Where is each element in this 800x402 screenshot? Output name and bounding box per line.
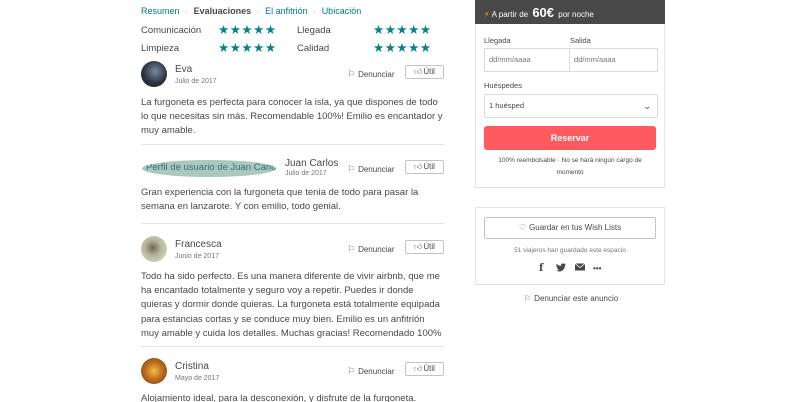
- subnav-separator: ·: [185, 6, 189, 16]
- rating-stars-arrival: ★★★★★: [373, 23, 432, 37]
- review-date: Junio de 2017: [175, 253, 219, 260]
- subnav-summary-link[interactable]: Resumen: [141, 6, 180, 16]
- review-text: La furgoneta es perfecta para conocer la…: [141, 97, 443, 137]
- reviewer-name[interactable]: Eva: [175, 64, 192, 75]
- checkin-date-input[interactable]: dd/mm/aaaa: [484, 48, 570, 72]
- report-review-link[interactable]: ⚐ Denunciar: [347, 69, 395, 80]
- rating-label-arrival: Llegada: [297, 25, 331, 36]
- subnav-separator: ·: [313, 6, 317, 16]
- flag-icon: ⚐: [347, 244, 356, 254]
- review-text: Alojamiento ideal, para la desconexión, …: [141, 393, 417, 402]
- rating-row: Comunicación ★★★★★ Llegada ★★★★★: [141, 23, 441, 39]
- thumbs-up-icon: 👍︎: [414, 162, 423, 171]
- helpful-button[interactable]: 👍︎Útil: [405, 362, 444, 376]
- thumbs-up-icon: 👍︎: [414, 67, 423, 76]
- review-divider: [141, 144, 444, 145]
- rating-label-quality: Calidad: [297, 43, 330, 54]
- reviewer-avatar[interactable]: [141, 236, 167, 262]
- report-listing-label: Denunciar este anuncio: [534, 294, 619, 303]
- report-label: Denunciar: [358, 245, 395, 254]
- helpful-label: Útil: [423, 67, 435, 76]
- email-icon[interactable]: [574, 263, 586, 274]
- wishlist-button-label: Guardar en tus Wish Lists: [529, 223, 622, 232]
- reviewer-name[interactable]: Cristina: [175, 361, 209, 372]
- helpful-button[interactable]: 👍︎Útil: [405, 240, 444, 254]
- guests-value: 1 huésped: [489, 101, 525, 110]
- twitter-icon[interactable]: [556, 263, 566, 275]
- facebook-icon[interactable]: f: [539, 263, 543, 274]
- review-text: Todo ha sido perfecto. Es una manera dif…: [141, 271, 442, 339]
- rating-stars-communication: ★★★★★: [218, 23, 277, 37]
- checkin-label: Llegada: [484, 36, 511, 45]
- price-value: 60€: [532, 5, 555, 20]
- rating-label-cleanliness: Limpieza: [141, 43, 180, 54]
- save-to-wishlist-button[interactable]: ♡ Guardar en tus Wish Lists: [484, 217, 656, 239]
- chevron-down-icon: ⌄: [643, 101, 651, 111]
- flag-icon: ⚐: [524, 294, 532, 303]
- checkout-label: Salida: [570, 36, 591, 45]
- helpful-button[interactable]: 👍︎Útil: [405, 65, 444, 79]
- thumbs-up-icon: 👍︎: [414, 364, 423, 373]
- wishlist-count: 51 viajeros han guardado este espacio: [514, 247, 626, 254]
- price-suffix: por noche: [558, 10, 594, 19]
- report-review-link[interactable]: ⚐ Denunciar: [347, 366, 395, 377]
- subnav-reviews-link[interactable]: Evaluaciones: [194, 6, 252, 16]
- review-item: Eva Julio de 2017 ⚐ Denunciar 👍︎Útil La f…: [141, 61, 444, 136]
- rating-stars-cleanliness: ★★★★★: [218, 41, 277, 55]
- flag-icon: ⚐: [347, 366, 356, 376]
- share-row: f •••: [533, 263, 613, 277]
- reviewer-avatar[interactable]: [141, 61, 167, 87]
- report-label: Denunciar: [358, 70, 395, 79]
- subnav-separator: ·: [256, 6, 260, 16]
- review-divider: [141, 223, 444, 224]
- rating-row: Limpieza ★★★★★ Calidad ★★★★★: [141, 41, 441, 57]
- report-label: Denunciar: [358, 165, 395, 174]
- review-item: ⚐ Denunciar 👍︎Útil Gran experiencia con l…: [141, 156, 444, 212]
- review-item: Cristina Mayo de 2017 ⚐ Denunciar 👍︎Útil …: [141, 358, 444, 402]
- subnav-host-link[interactable]: El anfitrión: [265, 6, 308, 16]
- guests-label: Huéspedes: [484, 81, 522, 90]
- report-review-link[interactable]: ⚐ Denunciar: [347, 244, 395, 255]
- rating-label-communication: Comunicación: [141, 25, 202, 36]
- review-date: Julio de 2017: [175, 78, 217, 85]
- checkout-date-input[interactable]: dd/mm/aaaa: [569, 48, 658, 72]
- section-subnav: Resumen · Evaluaciones · El anfitrión · …: [141, 6, 361, 16]
- reviewer-avatar[interactable]: [141, 358, 167, 384]
- more-options-icon[interactable]: •••: [593, 264, 601, 273]
- guests-select[interactable]: 1 huésped ⌄: [484, 94, 658, 118]
- helpful-button[interactable]: 👍︎Útil: [405, 160, 444, 174]
- heart-icon: ♡: [518, 223, 527, 232]
- lightning-bolt-icon: ⚡: [484, 10, 490, 19]
- report-review-link[interactable]: ⚐ Denunciar: [347, 164, 395, 175]
- report-listing-link[interactable]: ⚐ Denunciar este anuncio: [524, 294, 618, 303]
- subnav-location-link[interactable]: Ubicación: [322, 6, 362, 16]
- price-header: ⚡ A partir de 60€ por noche: [475, 0, 665, 24]
- price-prefix: A partir de: [491, 10, 529, 19]
- rating-stars-quality: ★★★★★: [373, 41, 432, 55]
- review-item: Francesca Junio de 2017 ⚐ Denunciar 👍︎Úti…: [141, 236, 444, 339]
- helpful-label: Útil: [423, 242, 435, 251]
- helpful-label: Útil: [423, 162, 435, 171]
- helpful-label: Útil: [423, 364, 435, 373]
- review-divider: [141, 346, 444, 347]
- reserve-button[interactable]: Reservar: [484, 126, 656, 150]
- report-label: Denunciar: [358, 367, 395, 376]
- review-text: Gran experiencia con la furgoneta que te…: [141, 187, 419, 213]
- refund-note: 100% reembolsable · No se hará ningún ca…: [498, 157, 642, 176]
- flag-icon: ⚐: [347, 69, 356, 79]
- review-date: Mayo de 2017: [175, 375, 220, 382]
- thumbs-up-icon: 👍︎: [414, 242, 423, 251]
- reviewer-name[interactable]: Francesca: [175, 239, 222, 250]
- flag-icon: ⚐: [347, 164, 356, 174]
